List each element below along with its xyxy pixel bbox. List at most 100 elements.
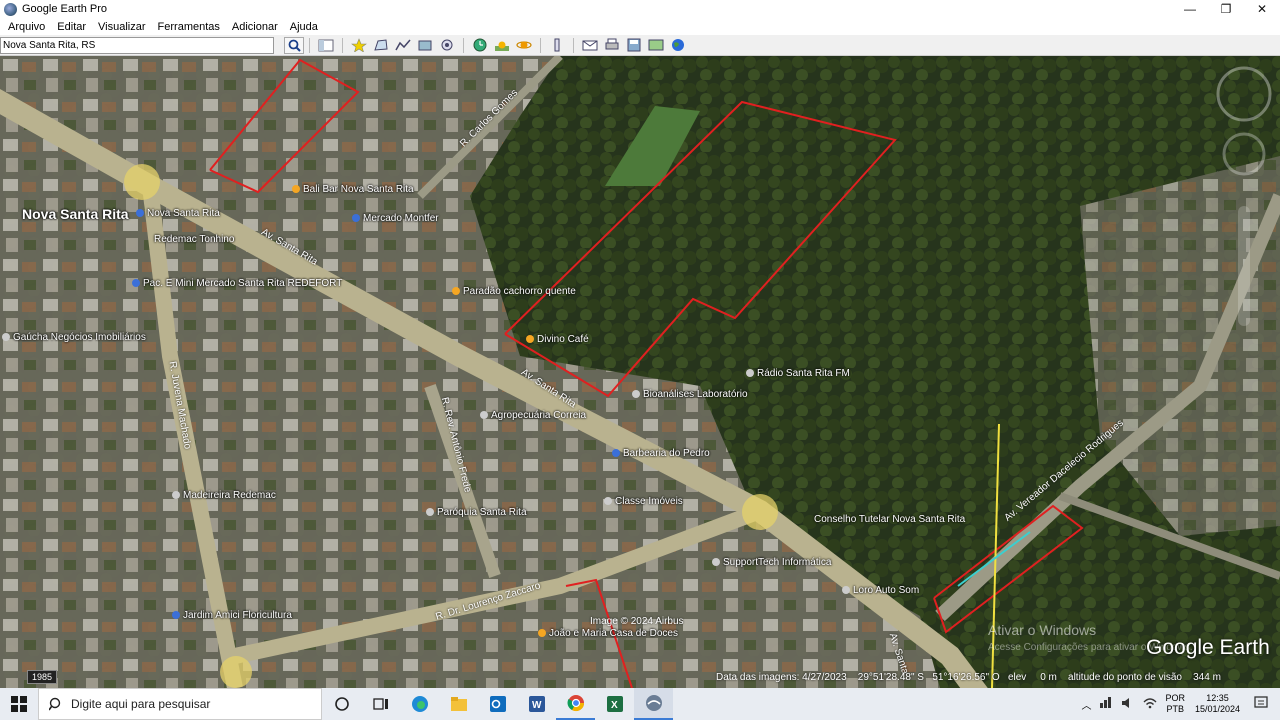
map-label[interactable]: Madeireira Redemac (172, 490, 276, 501)
elevation-label: elev (1007, 672, 1027, 683)
map-view[interactable]: Nova Santa Rita Nova Santa Rita Bali Bar… (0, 56, 1280, 688)
map-label[interactable]: Conselho Tutelar Nova Santa Rita (814, 514, 965, 525)
task-view-button[interactable] (361, 688, 400, 720)
eye-altitude-label: altitude do ponto de visão (1068, 672, 1182, 683)
map-pin-icon (452, 287, 460, 296)
start-button[interactable] (0, 688, 38, 720)
network-icon[interactable] (1099, 696, 1113, 712)
ruler-button[interactable] (547, 37, 567, 54)
menu-visualizar[interactable]: Visualizar (92, 21, 152, 33)
chrome-button[interactable] (556, 688, 595, 720)
task-view-icon (372, 698, 388, 710)
search-button[interactable] (284, 36, 304, 54)
map-label[interactable]: Bali Bar Nova Santa Rita (292, 184, 414, 195)
latitude: 29°51'28.48" S (857, 672, 924, 683)
add-image-overlay-button[interactable] (415, 37, 435, 54)
sunlight-button[interactable] (492, 37, 512, 54)
map-pin-icon (292, 185, 300, 194)
taskbar-search-placeholder: Digite aqui para pesquisar (71, 697, 211, 711)
map-label[interactable]: Pac. E Mini Mercado Santa Rita REDEFORT (132, 278, 342, 289)
add-path-button[interactable] (393, 37, 413, 54)
email-button[interactable] (580, 37, 600, 54)
maximize-button[interactable]: ❐ (1208, 0, 1244, 18)
map-pin-icon (172, 491, 180, 500)
print-icon (605, 38, 619, 50)
cortana-button[interactable] (322, 688, 361, 720)
map-label[interactable]: Paróquia Santa Rita (426, 507, 527, 518)
status-bar: Data das imagens: 4/27/2023 29°51'28.48"… (716, 672, 1221, 683)
historical-imagery-button[interactable] (470, 37, 490, 54)
map-label[interactable]: Divino Café (526, 334, 589, 345)
word-icon: W (528, 696, 545, 712)
notifications-icon[interactable] (1254, 695, 1268, 713)
view-in-maps-icon (648, 39, 664, 51)
word-button[interactable]: W (517, 688, 556, 720)
toolbar-divider (573, 37, 574, 53)
system-tray: ︿ POR PTB 12:35 15/01/2024 (1081, 688, 1280, 720)
svg-text:X: X (611, 700, 618, 711)
map-label[interactable]: Gaúcha Negócios Imobiliários (2, 332, 146, 343)
map-label[interactable]: Mercado Montfer (352, 213, 439, 224)
longitude: 51°16'26.56" O (932, 672, 1000, 683)
earth-icon (672, 39, 684, 51)
file-explorer-button[interactable] (439, 688, 478, 720)
earth-button[interactable] (668, 37, 688, 54)
menu-editar[interactable]: Editar (51, 21, 92, 33)
google-earth-icon (645, 695, 662, 711)
google-earth-button[interactable] (634, 688, 673, 720)
map-label[interactable]: Jardim Amici Floricultura (172, 610, 292, 621)
minimize-button[interactable]: — (1172, 0, 1208, 18)
map-pin-icon (604, 497, 612, 506)
sidebar-toggle-icon (318, 39, 334, 51)
map-label[interactable]: Redemac Tonhino (154, 234, 234, 245)
save-image-button[interactable] (624, 37, 644, 54)
ruler-icon (554, 38, 560, 52)
edge-button[interactable] (400, 688, 439, 720)
add-polygon-button[interactable] (371, 37, 391, 54)
add-placemark-button[interactable] (349, 37, 369, 54)
map-pin-icon (136, 209, 144, 218)
taskbar-search[interactable]: Digite aqui para pesquisar (38, 688, 322, 720)
volume-icon[interactable] (1121, 697, 1135, 712)
tray-overflow-icon[interactable]: ︿ (1081, 697, 1091, 712)
map-label[interactable]: Nova Santa Rita (22, 206, 129, 222)
menu-ferramentas[interactable]: Ferramentas (152, 21, 226, 33)
menu-adicionar[interactable]: Adicionar (226, 21, 284, 33)
map-pin-icon (538, 629, 546, 638)
map-label[interactable]: Agropecuária Correia (480, 410, 586, 421)
google-earth-app-icon (4, 2, 17, 16)
print-button[interactable] (602, 37, 622, 54)
wifi-icon[interactable] (1143, 697, 1157, 712)
planets-button[interactable] (514, 37, 534, 54)
map-label[interactable]: Paradão cachorro quente (452, 286, 576, 297)
map-label[interactable]: Loro Auto Som (842, 585, 919, 596)
sidebar-toggle-button[interactable] (316, 37, 336, 54)
map-pin-icon (612, 449, 620, 458)
toolbar-divider (540, 37, 541, 53)
map-label[interactable]: Rádio Santa Rita FM (746, 368, 850, 379)
outlook-button[interactable] (478, 688, 517, 720)
menu-ajuda[interactable]: Ajuda (284, 21, 324, 33)
excel-button[interactable]: X (595, 688, 634, 720)
view-in-maps-button[interactable] (646, 37, 666, 54)
language-code: POR (1165, 693, 1185, 703)
map-label[interactable]: Bioanálises Laboratório (632, 389, 748, 400)
map-label[interactable]: João e Maria Casa de Doces (538, 628, 678, 639)
title-bar: Google Earth Pro — ❐ ✕ (0, 0, 1280, 18)
record-tour-button[interactable] (437, 37, 457, 54)
clock[interactable]: 12:35 15/01/2024 (1195, 693, 1240, 715)
map-label[interactable]: SupportTech Informática (712, 557, 831, 568)
elevation-value: 0 m (1040, 672, 1057, 683)
map-pin-icon (426, 508, 434, 517)
map-label[interactable]: Nova Santa Rita (136, 208, 220, 219)
menu-arquivo[interactable]: Arquivo (2, 21, 51, 33)
search-input[interactable] (0, 36, 274, 54)
close-button[interactable]: ✕ (1244, 0, 1280, 18)
map-label[interactable]: Barbearia do Pedro (612, 448, 710, 459)
language-indicator[interactable]: POR PTB (1165, 693, 1185, 715)
imagery-copyright: Image © 2024 Airbus (590, 616, 684, 627)
chrome-icon (567, 695, 584, 712)
toolbar-divider (463, 37, 464, 53)
historical-year-badge[interactable]: 1985 (27, 670, 58, 684)
map-label[interactable]: Classe Imóveis (604, 496, 683, 507)
